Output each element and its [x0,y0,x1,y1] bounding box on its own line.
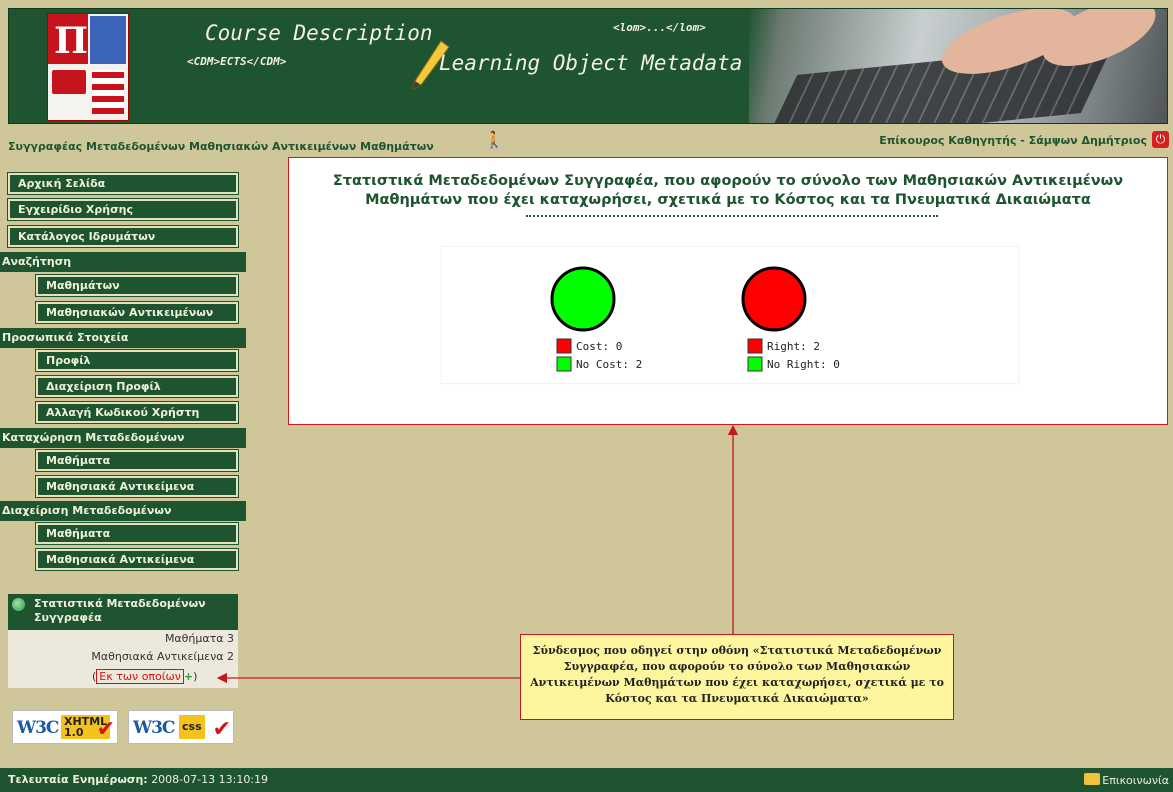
nav-profile-management[interactable]: Διαχείριση Προφίλ [35,375,239,398]
pie-1-legend-label-2: No Cost: 2 [576,358,642,371]
statistics-title: Στατιστικά Μεταδεδομένων Συγγραφέα, που … [332,173,1124,208]
stats-detail-link[interactable]: Εκ των οποίων [96,669,184,684]
pie-2-legend-swatch-1 [747,338,763,354]
last-update-label: Τελευταία Ενημέρωση: [8,773,148,786]
university-logo[interactable]: Π [47,13,129,121]
stats-learning-objects: Μαθησιακά Αντικείμενα 2 [91,650,234,663]
nav-register-learning-objects[interactable]: Μαθησιακά Αντικείμενα [35,475,239,498]
pie-2-slice-1 [741,266,807,332]
stats-link-row: (Εκ των οποίων +) [92,669,198,684]
w3c-xhtml-badge[interactable]: W3C XHTML 1.0 ✔ [12,710,118,744]
annotation-note: Σύνδεσμος που οδηγεί στην οθόνη «Στατιστ… [520,634,954,720]
pie-2-legend-swatch-2 [747,356,763,372]
lom-tag: <lom>...</lom> [613,21,706,34]
site-header: Π Course Description <CDM>ECTS</CDM> <lo… [8,8,1168,124]
pie-1-legend-swatch-2 [556,356,572,372]
css-label: css [179,715,205,739]
w3c-logo-text: W3C [17,718,59,738]
mail-icon [1084,773,1101,785]
contact-link[interactable]: Επικοινωνία [1084,773,1169,787]
nav-change-password[interactable]: Αλλαγή Κωδικού Χρήστη [35,401,239,424]
page-frame: Π Course Description <CDM>ECTS</CDM> <lo… [0,0,1173,792]
nav-manual[interactable]: Εγχειρίδιο Χρήσης [7,198,239,221]
author-icon: 🚶 [484,130,504,149]
pie-charts-svg: Cost: 0 No Cost: 2 Right: 2 No Right: 0 [550,266,840,372]
stats-box-header: Στατιστικά Μεταδεδομένων Συγγραφέα [8,594,238,630]
check-icon: ✔ [212,717,231,742]
statistics-panel: Στατιστικά Μεταδεδομένων Συγγραφέα, που … [288,157,1168,425]
last-update-value: 2008-07-13 13:10:19 [151,773,269,786]
nav-manage-learning-objects[interactable]: Μαθησιακά Αντικείμενα [35,548,239,571]
lom-title: Learning Object Metadata [439,51,743,75]
stats-list: Μαθήματα 3 Μαθησιακά Αντικείμενα 2 (Εκ τ… [8,630,238,688]
nav-profile[interactable]: Προφίλ [35,349,239,372]
role-title: Συγγραφέας Μεταδεδομένων Μαθησιακών Αντι… [8,140,434,153]
pie-2-legend-label-1: Right: 2 [767,340,820,353]
pie-2-legend-label-2: No Right: 0 [767,358,840,371]
nav-search-learning-objects[interactable]: Μαθησιακών Αντικειμένων [35,301,239,324]
w3c-css-badge[interactable]: W3C css ✔ [128,710,234,744]
last-update: Τελευταία Ενημέρωση: 2008-07-13 13:10:19 [8,773,268,786]
user-name: Επίκουρος Καθηγητής - Σάμψων Δημήτριος [879,134,1147,147]
plus-icon[interactable]: + [184,670,193,683]
keyboard-photo [749,9,1167,123]
cdm-tag: <CDM>ECTS</CDM> [187,55,287,68]
paren-close: ) [193,670,198,683]
title-divider [526,215,938,217]
nav-manage-courses[interactable]: Μαθήματα [35,522,239,545]
contact-label: Επικοινωνία [1102,774,1169,787]
check-icon: ✔ [96,717,115,742]
nav-section-personal: Προσωπικά Στοιχεία [0,328,246,348]
pie-1-slice-2 [550,266,616,332]
chart-area: Cost: 0 No Cost: 2 Right: 2 No Right: 0 [441,246,1019,384]
nav-section-register: Καταχώρηση Μεταδεδομένων [0,428,246,448]
pie-1-legend-label-1: Cost: 0 [576,340,622,353]
stats-icon [12,598,25,611]
course-description-title: Course Description [205,21,433,45]
w3c-logo-text: W3C [133,718,175,738]
pie-1-legend-swatch-1 [556,338,572,354]
nav-institutions[interactable]: Κατάλογος Ιδρυμάτων [7,225,239,248]
nav-section-manage: Διαχείριση Μεταδεδομένων [0,501,246,521]
logout-power-icon[interactable]: ⏻ [1152,131,1169,148]
stats-title: Στατιστικά Μεταδεδομένων Συγγραφέα [34,597,206,624]
author-bar: Συγγραφέας Μεταδεδομένων Μαθησιακών Αντι… [0,130,1173,156]
footer: Τελευταία Ενημέρωση: 2008-07-13 13:10:19… [0,768,1173,792]
nav-search-courses[interactable]: Μαθημάτων [35,274,239,297]
nav-section-search: Αναζήτηση [0,252,246,272]
nav-home[interactable]: Αρχική Σελίδα [7,172,239,195]
nav-register-courses[interactable]: Μαθήματα [35,449,239,472]
stats-courses: Μαθήματα 3 [164,632,234,645]
